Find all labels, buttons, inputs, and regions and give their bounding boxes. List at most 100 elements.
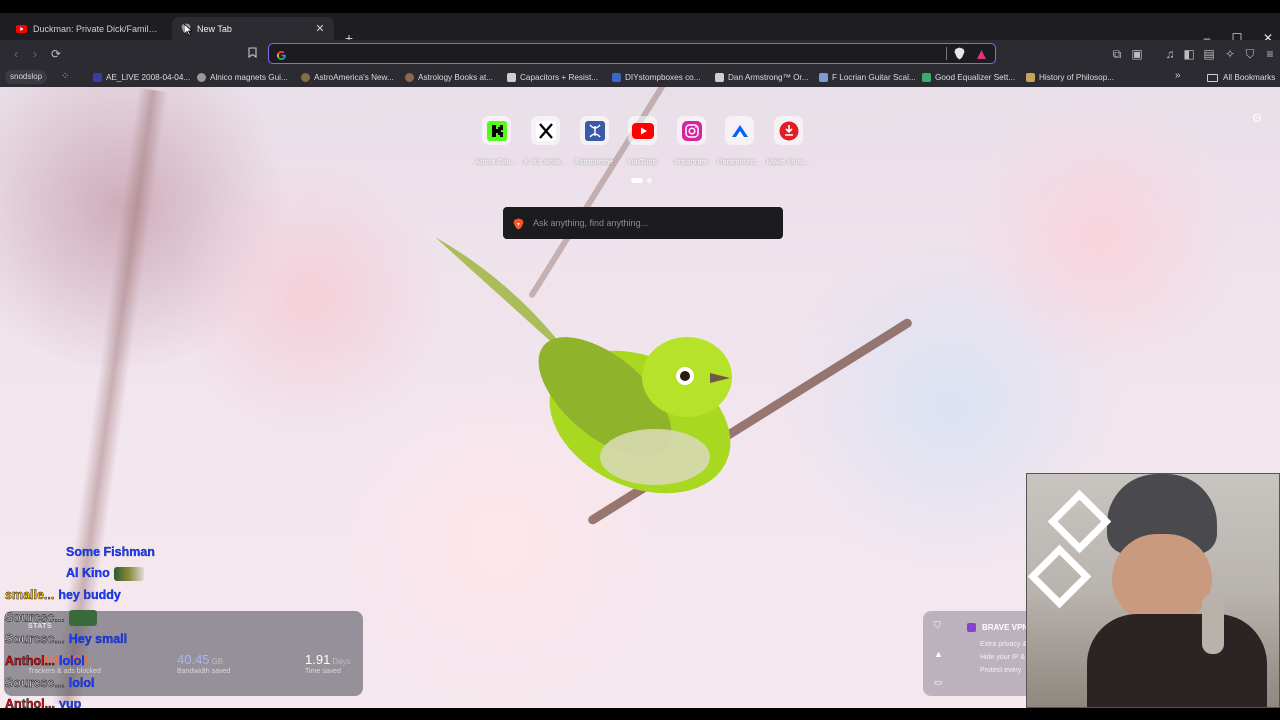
tab-new-tab[interactable]: New Tab ✕ <box>172 17 334 40</box>
bookmark-item[interactable]: Alnico magnets Gui... <box>197 71 288 84</box>
chat-line: Sourcsc... <box>5 610 97 626</box>
bookmark-item[interactable]: Astrology Books at... <box>405 71 493 84</box>
bookmark-favicon-icon <box>93 73 102 82</box>
bookmark-label: Dan Armstrong™ Or... <box>728 73 809 82</box>
time-unit: Days <box>332 657 351 666</box>
bookmark-item[interactable]: F Locrian Guitar Scal... <box>819 71 916 84</box>
page-dot[interactable] <box>647 178 652 183</box>
menu-icon[interactable]: ≡ <box>1262 46 1278 62</box>
media-icon[interactable]: ♫ <box>1162 46 1178 62</box>
vpn-feature-line: Extra privacy & <box>980 641 1028 648</box>
vpn-logo-icon <box>967 623 976 632</box>
card-icon: ▭ <box>934 677 943 687</box>
chat-message: Hey small <box>68 632 128 646</box>
top-site-label: YouTube <box>627 157 657 166</box>
instagram-icon <box>677 116 706 145</box>
vpn-feature-line: Protect every <box>980 667 1022 674</box>
tab-title: New Tab <box>197 23 232 34</box>
brave-icon <box>513 217 524 230</box>
emote-icon <box>113 566 144 581</box>
search-input[interactable] <box>533 215 773 231</box>
all-bookmarks-label: All Bookmarks <box>1223 73 1276 82</box>
top-site-label: Paramount... <box>717 157 761 166</box>
address-bar[interactable] <box>268 43 996 64</box>
youtube-icon <box>16 23 27 34</box>
leo-ai-icon[interactable]: ✧ <box>1222 46 1238 62</box>
bookmark-label: AstroAmerica's New... <box>314 73 394 82</box>
vpn-icon[interactable]: ⛉ <box>1242 46 1258 62</box>
sidebar-icon[interactable]: ◧ <box>1181 46 1197 62</box>
chat-line: Al Kino <box>66 566 144 581</box>
bookmark-item[interactable]: Capacitors + Resist... <box>507 71 598 84</box>
bookmark-item[interactable]: AstroAmerica's New... <box>301 71 394 84</box>
tab-search-icon[interactable]: ▣ <box>1129 46 1145 62</box>
mouse-cursor-icon <box>184 24 192 36</box>
chat-message: Some Fishman <box>66 545 155 559</box>
extensions-icon[interactable]: ⧉ <box>1109 46 1125 62</box>
youtube-icon <box>628 116 657 145</box>
bookmark-icon[interactable] <box>244 46 260 62</box>
music-icon <box>774 116 803 145</box>
time-saved: 1.91 Days <box>305 652 351 667</box>
bookmark-item[interactable]: Good Equalizer Sett... <box>922 71 1015 84</box>
bookmark-label: AE_LIVE 2008-04-04... <box>106 73 191 82</box>
page-dot-active[interactable] <box>631 178 643 183</box>
back-icon[interactable]: ‹ <box>8 46 24 62</box>
paramount-icon <box>725 116 754 145</box>
chevron-right-icon[interactable]: » <box>1175 70 1181 81</box>
bandwidth-unit: GB <box>211 657 224 666</box>
webcam-person-face <box>1112 534 1212 624</box>
chat-line: smalle... hey buddy <box>5 588 121 602</box>
pepe-emote-icon <box>68 610 97 626</box>
bookmark-label: History of Philosop... <box>1039 73 1115 82</box>
bookmark-item[interactable]: Dan Armstrong™ Or... <box>715 71 809 84</box>
time-value: 1.91 <box>305 652 331 667</box>
forward-icon[interactable]: › <box>27 46 43 62</box>
bookmark-item[interactable]: AE_LIVE 2008-04-04... <box>93 71 190 84</box>
bookmark-favicon-icon <box>715 73 724 82</box>
tab-title: Duckman: Private Dick/Family Man - <box>33 23 160 34</box>
bandwidth-saved: 40.45 GB <box>177 652 223 667</box>
bookmark-favicon-icon <box>819 73 828 82</box>
wallet-icon[interactable]: ▤ <box>1201 46 1217 62</box>
bottom-letterbox <box>0 708 1280 720</box>
chat-username: Sourcsc... <box>5 632 65 646</box>
chat-line: Some Fishman <box>66 545 155 559</box>
address-input[interactable] <box>293 46 933 61</box>
profile-chip[interactable]: snodslop <box>5 70 48 84</box>
bird-illustration <box>435 237 732 494</box>
bookmark-favicon-icon <box>612 73 621 82</box>
astrotheme-icon <box>580 116 609 145</box>
chat-line: Sourcsc... lolol <box>5 676 95 690</box>
leo-search-box[interactable] <box>503 207 783 239</box>
vpn-feature-line: Hide your IP & <box>980 654 1026 661</box>
top-site-label: Astrotheme <box>574 157 614 166</box>
reload-icon[interactable]: ⟳ <box>48 46 64 62</box>
chat-username: Sourcsc... <box>5 676 65 690</box>
close-tab-icon[interactable]: ✕ <box>314 22 326 35</box>
all-bookmarks[interactable]: All Bookmarks <box>1207 71 1275 84</box>
brave-rewards-icon[interactable] <box>976 47 987 65</box>
webcam-person-body <box>1087 614 1267 707</box>
bookmark-label: Capacitors + Resist... <box>520 73 599 82</box>
bookmark-item[interactable]: History of Philosop... <box>1026 71 1114 84</box>
bookmark-favicon-icon <box>507 73 516 82</box>
wallpaper-blossom <box>180 147 440 447</box>
chat-message: lolol <box>68 676 95 690</box>
bookmark-favicon-icon <box>1026 73 1035 82</box>
gear-icon[interactable]: ⚙ <box>1250 111 1264 125</box>
bookmark-item[interactable]: DIYstompboxes co... <box>612 71 701 84</box>
chat-username: Anthol... <box>5 654 55 668</box>
webcam-microphone <box>1202 594 1224 654</box>
google-icon <box>276 48 287 60</box>
bookmark-label: F Locrian Guitar Scal... <box>832 73 916 82</box>
bandwidth-value: 40.45 <box>177 652 210 667</box>
top-site-label: X. It's what... <box>523 157 567 166</box>
tab-duckman[interactable]: Duckman: Private Dick/Family Man - <box>8 17 168 40</box>
bookmark-favicon-icon <box>405 73 414 82</box>
folder-icon <box>1207 73 1218 82</box>
brave-shields-icon[interactable] <box>954 47 965 65</box>
bandwidth-saved-label: Bandwidth saved <box>177 668 231 675</box>
apps-icon[interactable]: ⁘ <box>61 71 69 83</box>
tab-bar: Duckman: Private Dick/Family Man - New T… <box>0 13 1280 46</box>
